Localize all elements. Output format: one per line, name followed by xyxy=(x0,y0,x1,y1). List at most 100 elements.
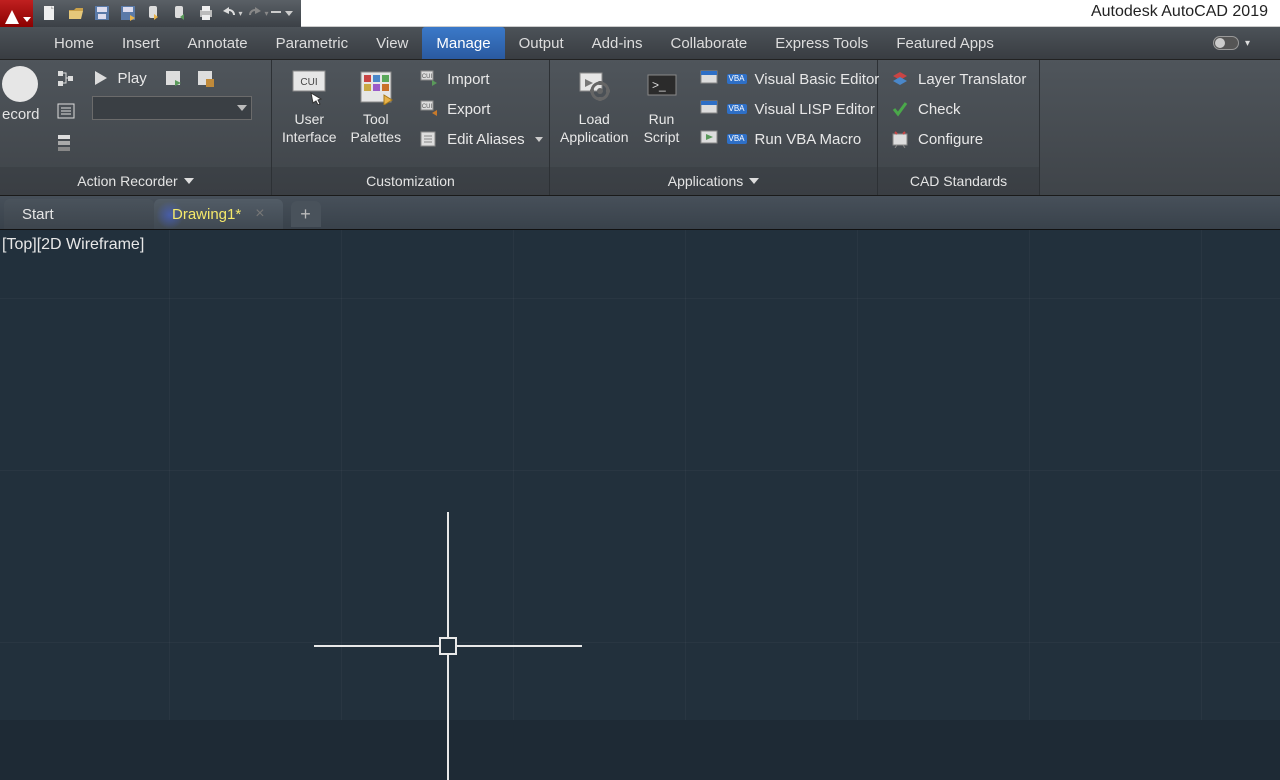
toggle-icon xyxy=(1213,36,1239,50)
tool-palettes-button[interactable]: Tool Palettes xyxy=(348,66,403,148)
saveas-icon xyxy=(120,5,136,21)
tab-home[interactable]: Home xyxy=(40,27,108,59)
layer-translator-button[interactable]: Layer Translator xyxy=(884,66,1032,92)
load-application-button[interactable]: Load Application xyxy=(558,66,631,148)
edit-aliases-button[interactable]: Edit Aliases xyxy=(413,126,549,152)
ribbon-display-options[interactable]: ▾ xyxy=(1213,27,1280,59)
action-extra-2[interactable] xyxy=(193,66,217,90)
panel-label-applications[interactable]: Applications xyxy=(550,167,877,195)
panel-action-recorder: ecord Play Action Recorder xyxy=(0,60,272,195)
qat-mobile[interactable] xyxy=(167,2,193,24)
import-icon: CUI xyxy=(420,70,438,88)
tab-express-tools[interactable]: Express Tools xyxy=(761,27,882,59)
load-app-icon xyxy=(576,69,612,105)
run-script-button[interactable]: >_ Run Script xyxy=(641,66,683,148)
list-check-icon xyxy=(56,101,76,121)
panel-applications: Load Application >_ Run Script VBA Visua… xyxy=(550,60,878,195)
open-folder-icon xyxy=(68,5,84,21)
visual-basic-editor-button[interactable]: VBA Visual Basic Editor xyxy=(693,66,886,92)
action-tree-button[interactable] xyxy=(50,66,82,92)
configure-button[interactable]: Configure xyxy=(884,126,1032,152)
cloud-open-icon xyxy=(146,5,162,21)
app-menu-button[interactable] xyxy=(0,0,33,27)
viewport-label[interactable]: [Top][2D Wireframe] xyxy=(2,236,144,254)
chevron-down-icon xyxy=(535,137,543,142)
vba-badge-icon: VBA xyxy=(727,74,747,84)
tab-view[interactable]: View xyxy=(362,27,422,59)
check-icon xyxy=(891,100,909,118)
run-macro-icon xyxy=(700,130,718,148)
run-script-icon: >_ xyxy=(644,69,680,105)
save-icon xyxy=(94,5,110,21)
qat-plot[interactable] xyxy=(193,2,219,24)
quick-access-toolbar: ▾ ▾ xyxy=(33,0,301,27)
visual-lisp-editor-button[interactable]: VBA Visual LISP Editor xyxy=(693,96,886,122)
tab-annotate[interactable]: Annotate xyxy=(174,27,262,59)
qat-undo[interactable]: ▾ xyxy=(219,2,245,24)
qat-new[interactable] xyxy=(37,2,63,24)
play-label: Play xyxy=(118,70,147,87)
qat-web[interactable] xyxy=(141,2,167,24)
cloud-save-icon xyxy=(172,5,188,21)
svg-text:>_: >_ xyxy=(652,78,666,92)
configure-icon xyxy=(891,130,909,148)
chevron-down-icon xyxy=(184,178,194,184)
stack-icon xyxy=(56,133,76,153)
export-icon: CUI xyxy=(420,100,438,118)
run-vba-macro-button[interactable]: VBA Run VBA Macro xyxy=(693,126,886,152)
palettes-icon xyxy=(358,69,394,105)
export-button[interactable]: CUI Export xyxy=(413,96,549,122)
qat-open[interactable] xyxy=(63,2,89,24)
panel-label-customization: Customization xyxy=(272,167,549,195)
cui-icon: CUI xyxy=(291,69,327,105)
tab-insert[interactable]: Insert xyxy=(108,27,174,59)
tab-drawing1[interactable]: Drawing1* × xyxy=(154,199,283,229)
action-manage-button[interactable] xyxy=(50,130,82,156)
tab-output[interactable]: Output xyxy=(505,27,578,59)
svg-text:CUI: CUI xyxy=(301,77,318,88)
aliases-icon xyxy=(420,130,438,148)
svg-text:CUI: CUI xyxy=(422,104,433,110)
play-button[interactable]: Play xyxy=(92,66,153,90)
redo-icon xyxy=(247,7,263,19)
panel-label-action-recorder[interactable]: Action Recorder xyxy=(0,167,271,195)
record-button[interactable] xyxy=(2,66,38,102)
tree-icon xyxy=(56,69,76,89)
tab-addins[interactable]: Add-ins xyxy=(578,27,657,59)
close-tab-button[interactable]: × xyxy=(255,205,264,223)
vba-badge-icon: VBA xyxy=(727,104,747,114)
action-combo[interactable] xyxy=(92,96,252,120)
qat-saveas[interactable] xyxy=(115,2,141,24)
layer-translator-icon xyxy=(891,70,909,88)
tab-manage[interactable]: Manage xyxy=(422,27,504,59)
chevron-down-icon xyxy=(237,105,247,111)
ribbon-tabs: Home Insert Annotate Parametric View Man… xyxy=(0,27,1280,60)
new-tab-button[interactable]: + xyxy=(291,201,321,227)
tab-featured-apps[interactable]: Featured Apps xyxy=(882,27,1008,59)
qat-customize[interactable] xyxy=(271,2,297,24)
tab-collaborate[interactable]: Collaborate xyxy=(656,27,761,59)
script2-icon xyxy=(196,69,214,87)
action-preferences-button[interactable] xyxy=(50,98,82,124)
user-interface-button[interactable]: CUI User Interface xyxy=(280,66,338,148)
qat-redo[interactable]: ▾ xyxy=(245,2,271,24)
chevron-down-icon xyxy=(285,11,293,16)
undo-icon xyxy=(221,7,237,19)
tab-start[interactable]: Start xyxy=(4,199,154,229)
ribbon: ecord Play Action Recorder xyxy=(0,60,1280,196)
svg-text:CUI: CUI xyxy=(422,74,433,80)
record-label: ecord xyxy=(2,106,40,123)
panel-customization: CUI User Interface Tool Palettes CUI Imp… xyxy=(272,60,550,195)
vba-editor-icon xyxy=(700,70,718,88)
new-file-icon xyxy=(42,5,58,21)
print-icon xyxy=(198,5,214,21)
app-title: Autodesk AutoCAD 2019 xyxy=(1091,3,1268,21)
titlebar: ▾ ▾ Autodesk AutoCAD 2019 xyxy=(0,0,1280,27)
check-button[interactable]: Check xyxy=(884,96,1032,122)
action-extra-1[interactable] xyxy=(161,66,185,90)
drawing-viewport[interactable]: [Top][2D Wireframe] xyxy=(0,230,1280,720)
qat-save[interactable] xyxy=(89,2,115,24)
vba-badge-icon: VBA xyxy=(727,134,747,144)
tab-parametric[interactable]: Parametric xyxy=(262,27,363,59)
import-button[interactable]: CUI Import xyxy=(413,66,549,92)
